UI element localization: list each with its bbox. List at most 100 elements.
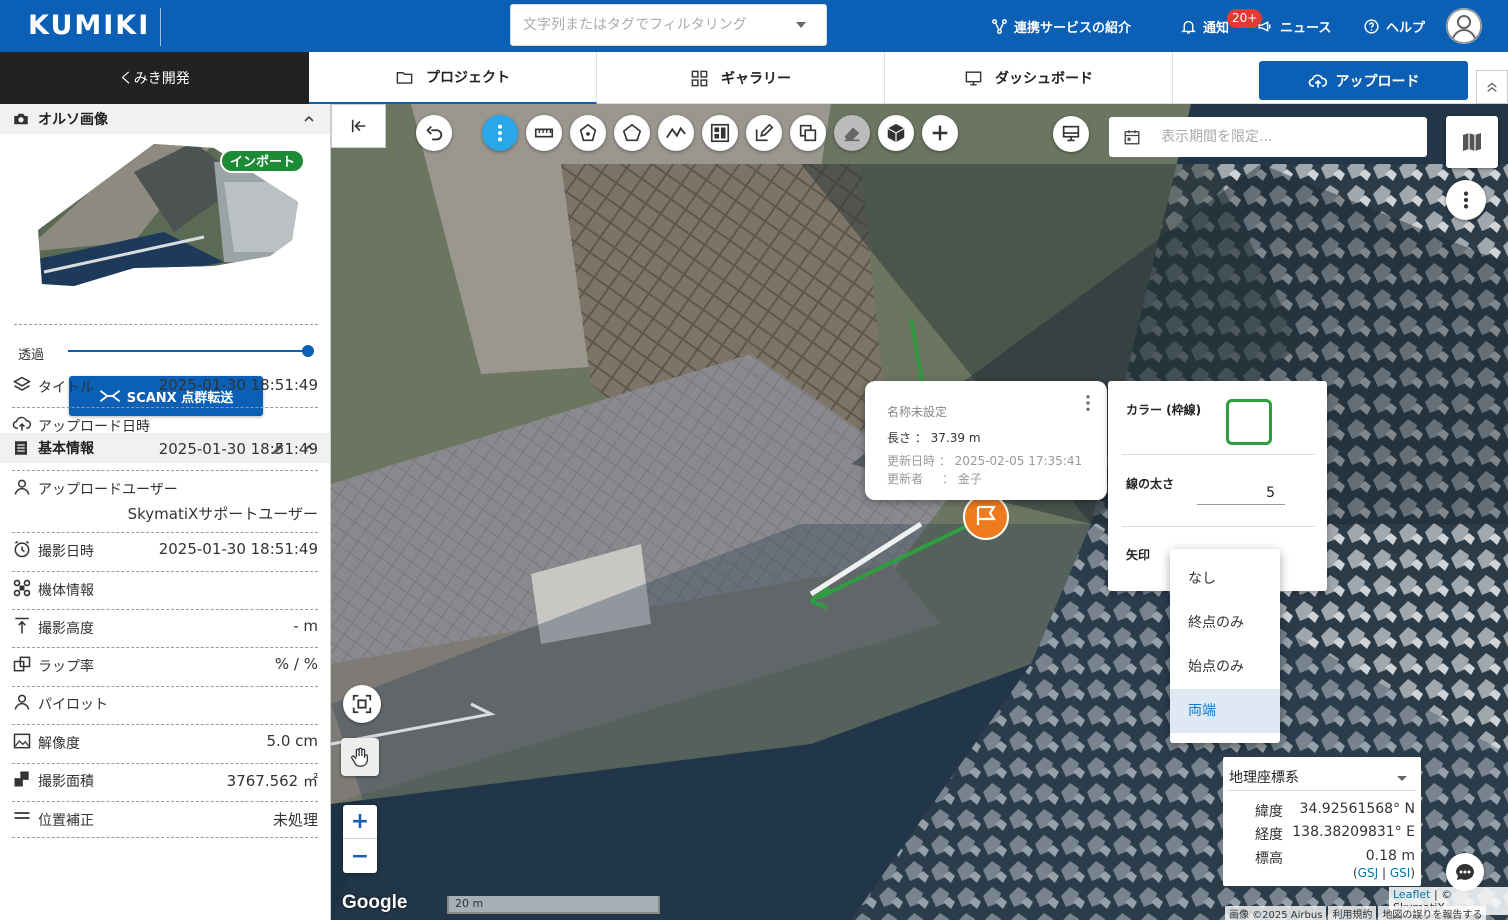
- chevron-up-icon[interactable]: [303, 113, 315, 125]
- tab-dashboard[interactable]: ダッシュボード: [885, 52, 1173, 104]
- more-tools-button[interactable]: [482, 115, 518, 151]
- zoom-out-button[interactable]: −: [343, 839, 377, 873]
- zoom-in-button[interactable]: +: [343, 805, 377, 839]
- info-row: 機体情報: [12, 578, 318, 610]
- updated-value: 2025-02-05 17:35:41: [954, 454, 1083, 468]
- upload-button[interactable]: アップロード: [1259, 61, 1468, 100]
- overlap-icon: [13, 656, 31, 672]
- calendar-icon: [1124, 130, 1140, 145]
- altitude-icon: [15, 617, 29, 634]
- opacity-slider[interactable]: [68, 345, 314, 357]
- zoom-control: + −: [343, 805, 377, 873]
- area-polygon-button[interactable]: [570, 115, 606, 151]
- user-avatar[interactable]: [1446, 8, 1482, 44]
- collapse-sidebar-button[interactable]: [331, 104, 386, 148]
- tab-project-label: プロジェクト: [426, 70, 510, 86]
- vertical-dots-icon[interactable]: [1085, 395, 1091, 411]
- google-attribution: 画像 ©2025 Airbus 利用規約 地図の誤りを報告する: [1225, 906, 1487, 921]
- info-row: 撮影日時 2025-01-30 18:51:49: [12, 539, 318, 572]
- report-error-link[interactable]: 地図の誤りを報告する: [1378, 906, 1487, 921]
- gsj-link[interactable]: GSJ: [1358, 866, 1378, 880]
- info-row: パイロット: [12, 692, 318, 725]
- coordinate-system-select[interactable]: 地理座標系: [1227, 763, 1417, 791]
- info-row: 位置補正 未処理: [12, 808, 318, 838]
- display-toggle-button[interactable]: [1053, 116, 1089, 152]
- opacity-slider-handle[interactable]: [302, 345, 314, 357]
- import-badge: インポート: [220, 149, 306, 173]
- 3d-view-button[interactable]: [878, 115, 914, 151]
- updater-value: 金子: [957, 472, 982, 486]
- map-layers-button[interactable]: [1446, 116, 1498, 168]
- position-icon: [14, 812, 30, 819]
- add-button[interactable]: [922, 115, 958, 151]
- updated-label: 更新日時: [887, 454, 936, 468]
- longitude-value: 138.38209831° E: [1292, 824, 1415, 840]
- collapse-header-button[interactable]: [1476, 70, 1508, 104]
- chevron-down-icon: [1397, 776, 1407, 781]
- edit-button[interactable]: [746, 115, 782, 151]
- chat-button[interactable]: [1446, 853, 1484, 891]
- latitude-value: 34.92561568° N: [1299, 801, 1415, 817]
- nav-help-label: ヘルプ: [1386, 20, 1426, 36]
- user-icon: [14, 479, 30, 495]
- nav-notify[interactable]: 通知: [1180, 0, 1229, 52]
- pan-tool-button[interactable]: [341, 738, 379, 776]
- period-filter-input[interactable]: [1161, 129, 1411, 145]
- arrow-left-bar-icon: [351, 119, 365, 133]
- map-scale-bar: 20 m: [447, 896, 660, 914]
- measure-button[interactable]: [526, 115, 562, 151]
- gsi-link[interactable]: GSI: [1390, 866, 1410, 880]
- app-logo[interactable]: KUMIKI: [28, 10, 150, 41]
- google-logo: Google: [342, 892, 408, 913]
- nav-services[interactable]: 連携サービスの紹介: [991, 0, 1131, 52]
- drone-icon: [13, 579, 31, 597]
- info-row: 撮影高度 - m: [12, 616, 318, 648]
- nav-news[interactable]: ニュース: [1257, 0, 1331, 52]
- tab-gallery[interactable]: ギャラリー: [597, 52, 885, 104]
- image-icon: [13, 733, 31, 749]
- user-avatar-icon: [1446, 8, 1482, 44]
- latitude-label: 緯度: [1255, 804, 1283, 820]
- colon: ：: [914, 431, 931, 445]
- grid-icon: [691, 70, 708, 86]
- tab-project[interactable]: プロジェクト: [309, 52, 597, 104]
- fit-bounds-button[interactable]: [343, 685, 381, 723]
- leaflet-link[interactable]: Leaflet: [1393, 888, 1430, 901]
- layout-button[interactable]: [702, 115, 738, 151]
- arrow-option-selected[interactable]: 両端: [1170, 689, 1280, 733]
- app-header: KUMIKI 連携サービスの紹介 通知 20+ ニュース ヘルプ: [0, 0, 1508, 52]
- undo-button[interactable]: [416, 115, 452, 151]
- longitude-label: 経度: [1255, 827, 1283, 843]
- info-label: パイロット: [38, 697, 108, 713]
- edit-square-icon: [755, 123, 774, 142]
- upload-icon: [12, 416, 32, 431]
- eraser-button[interactable]: [834, 115, 870, 151]
- vertical-dots-icon: [497, 124, 503, 142]
- ortho-section-header[interactable]: オルソ画像: [0, 104, 330, 134]
- period-filter[interactable]: [1109, 117, 1427, 157]
- double-chevron-up-icon: [1487, 82, 1497, 92]
- feature-name[interactable]: 名称未設定: [887, 403, 947, 420]
- polygon-button[interactable]: [614, 115, 650, 151]
- stroke-color-label: カラー (枠線): [1126, 403, 1202, 417]
- line-width-label: 線の太さ: [1126, 477, 1175, 491]
- stroke-color-swatch[interactable]: [1226, 399, 1272, 445]
- chat-dots-icon: [1456, 863, 1474, 880]
- arrow-option[interactable]: 終点のみ: [1170, 601, 1280, 645]
- line-width-input[interactable]: [1197, 481, 1285, 505]
- nav-help[interactable]: ヘルプ: [1363, 0, 1425, 52]
- arrow-option[interactable]: なし: [1170, 557, 1280, 601]
- terms-link[interactable]: 利用規約: [1328, 906, 1377, 921]
- filter-search[interactable]: [510, 4, 827, 46]
- polyline-button[interactable]: [658, 115, 694, 151]
- plus-icon: [932, 125, 948, 141]
- map-more-button[interactable]: [1446, 180, 1486, 220]
- separator: |: [1381, 866, 1387, 880]
- info-value: 未処理: [272, 811, 318, 829]
- chevron-down-icon[interactable]: [796, 22, 806, 28]
- copy-button[interactable]: [790, 115, 826, 151]
- filter-search-input[interactable]: [511, 5, 781, 45]
- arrow-option[interactable]: 始点のみ: [1170, 645, 1280, 689]
- project-name[interactable]: くみき開発: [0, 52, 309, 104]
- polyline-icon: [666, 126, 686, 139]
